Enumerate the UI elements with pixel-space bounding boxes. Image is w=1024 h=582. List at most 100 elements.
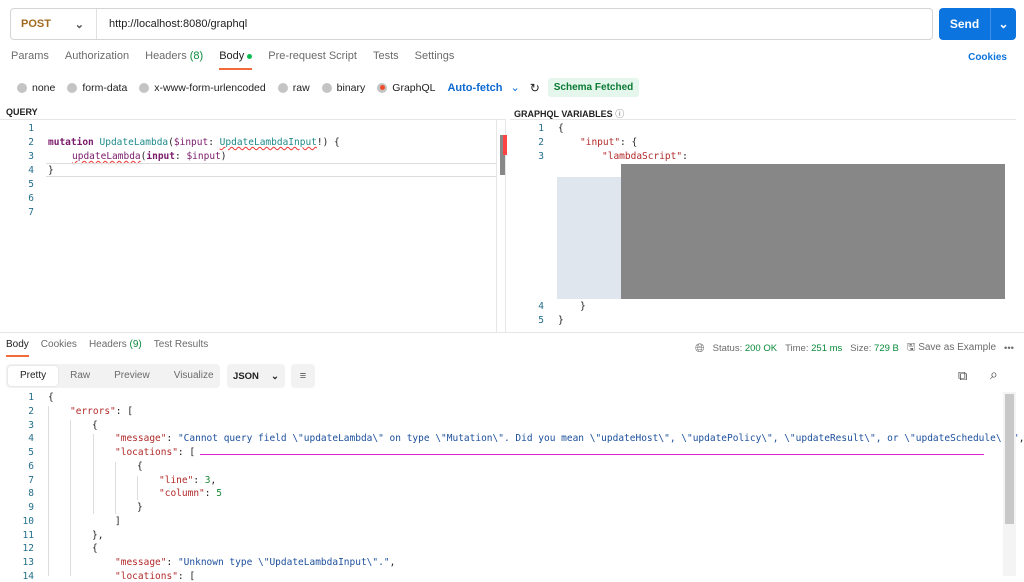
request-tabs: Params Authorization Headers (8) Body Pr… — [11, 50, 470, 70]
code-line: "lambdaScript": — [602, 151, 688, 162]
tab-test-results[interactable]: Test Results — [154, 339, 208, 357]
json-number: 3 — [204, 474, 211, 486]
indent-guide — [70, 420, 71, 576]
method-select[interactable]: POST ⌄ — [11, 9, 97, 39]
cookies-link[interactable]: Cookies — [968, 52, 1007, 63]
json-key: "column" — [159, 488, 205, 500]
tab-headers[interactable]: Headers (8) — [145, 50, 203, 70]
line-number: 12 — [22, 543, 34, 555]
radio-icon — [139, 82, 150, 93]
tab-tests[interactable]: Tests — [373, 50, 399, 70]
code-line: "input": { — [580, 137, 637, 148]
indent-guide — [93, 434, 94, 514]
punct: !) { — [316, 137, 340, 148]
variable: $input — [186, 151, 221, 162]
tab-settings[interactable]: Settings — [415, 50, 455, 70]
line-number: 4 — [538, 301, 544, 312]
wrap-lines-icon[interactable]: ≡ — [291, 364, 315, 388]
code-line: } — [137, 502, 143, 513]
code-line: ] — [115, 515, 121, 527]
size-label: Size: — [850, 343, 872, 354]
json-key: "locations" — [115, 447, 178, 458]
tab-pre-request-script[interactable]: Pre-request Script — [268, 50, 357, 70]
view-pretty[interactable]: Pretty — [8, 366, 59, 386]
tab-response-headers[interactable]: Headers (9) — [89, 339, 142, 357]
chevron-down-icon[interactable]: ⌄ — [510, 81, 519, 94]
scrollbar[interactable] — [496, 120, 507, 333]
code-line: "locations": [ — [115, 571, 195, 582]
keyword: mutation — [48, 137, 94, 148]
radio-selected-icon — [377, 82, 388, 93]
punct: : — [682, 151, 688, 162]
format-label: JSON — [233, 370, 259, 382]
radio-none[interactable]: none — [17, 82, 55, 94]
view-mode-segment: Pretty Raw Preview Visualize — [6, 364, 220, 388]
code-line: { — [48, 392, 54, 403]
radio-label: raw — [292, 81, 310, 94]
line-number: 14 — [22, 570, 34, 582]
refresh-icon[interactable]: ↻ — [530, 81, 540, 95]
search-icon[interactable]: ⌕ — [990, 366, 998, 383]
body-type-radios: none form-data x-www-form-urlencoded raw… — [17, 78, 640, 97]
punct: : — [208, 137, 220, 148]
send-label: Send — [939, 8, 991, 40]
radio-urlencoded[interactable]: x-www-form-urlencoded — [139, 82, 266, 94]
view-raw[interactable]: Raw — [58, 366, 102, 386]
view-visualize[interactable]: Visualize — [162, 366, 226, 386]
line-number: 8 — [28, 488, 34, 500]
response-body: 1 2 3 4 5 6 7 8 9 10 11 12 13 14 { "erro… — [0, 392, 1024, 582]
scrollbar[interactable] — [1003, 392, 1016, 576]
line-number: 2 — [538, 137, 544, 148]
variable: $input — [173, 137, 209, 148]
url-input[interactable]: http://localhost:8080/graphql — [97, 18, 247, 30]
send-button[interactable]: Send ⌄ — [939, 8, 1016, 40]
line-number: 2 — [28, 137, 34, 148]
size: Size: 729 B — [850, 343, 899, 354]
url-bar: POST ⌄ http://localhost:8080/graphql — [10, 8, 933, 40]
query-editor[interactable]: 1 2 3 4 5 6 7 mutation UpdateLambda($inp… — [0, 119, 507, 333]
copy-icon[interactable]: ⧉ — [958, 368, 967, 384]
radio-icon — [67, 82, 78, 93]
variables-editor[interactable]: 1 2 3 4 5 { "input": { "lambdaScript": }… — [510, 119, 1016, 332]
format-select[interactable]: JSON ⌄ — [227, 364, 285, 388]
code-line: } — [580, 301, 586, 312]
view-preview[interactable]: Preview — [102, 366, 162, 386]
radio-label: none — [32, 81, 56, 94]
radio-raw[interactable]: raw — [277, 81, 310, 94]
save-as-example-button[interactable]: 🖫 Save as Example — [907, 340, 996, 357]
modified-dot-icon — [247, 53, 253, 59]
radio-icon — [277, 82, 288, 93]
tab-authorization[interactable]: Authorization — [65, 50, 129, 70]
code-line: "errors": [ — [70, 406, 133, 417]
type-name: UpdateLambdaInput — [219, 137, 317, 148]
radio-form-data[interactable]: form-data — [67, 82, 127, 94]
redacted-block — [621, 164, 1005, 299]
line-number: 6 — [28, 193, 34, 204]
more-icon[interactable]: ••• — [1004, 343, 1014, 354]
line-number: 6 — [28, 460, 34, 472]
tab-response-cookies[interactable]: Cookies — [41, 339, 77, 357]
arg-name: input — [146, 151, 175, 162]
chevron-down-icon[interactable]: ⌄ — [991, 17, 1016, 31]
punct: , — [1018, 433, 1024, 445]
line-number: 13 — [22, 557, 34, 568]
json-string: "Unknown type \"UpdateLambdaInput\"." — [177, 557, 390, 568]
info-icon[interactable]: ⓘ — [615, 109, 624, 119]
line-number: 7 — [28, 474, 34, 486]
punct: : [ — [115, 405, 133, 417]
tab-body[interactable]: Body — [219, 50, 253, 70]
variables-title-text: GRAPHQL VARIABLES — [514, 109, 613, 119]
line-number: 2 — [28, 405, 34, 417]
radio-binary[interactable]: binary — [321, 82, 365, 94]
auto-fetch-button[interactable]: Auto-fetch — [447, 82, 502, 94]
code-line: }, — [92, 529, 104, 541]
line-number: 5 — [28, 179, 34, 190]
tab-params[interactable]: Params — [11, 50, 49, 70]
query-title: QUERY — [6, 107, 38, 117]
punct: : [ — [177, 447, 196, 458]
tab-response-body[interactable]: Body — [6, 339, 29, 357]
globe-icon[interactable]: 🌐︎ — [695, 341, 705, 356]
save-icon: 🖫 — [906, 342, 916, 353]
radio-graphql[interactable]: GraphQL — [377, 82, 435, 94]
code-line: "column": 5 — [159, 488, 222, 500]
